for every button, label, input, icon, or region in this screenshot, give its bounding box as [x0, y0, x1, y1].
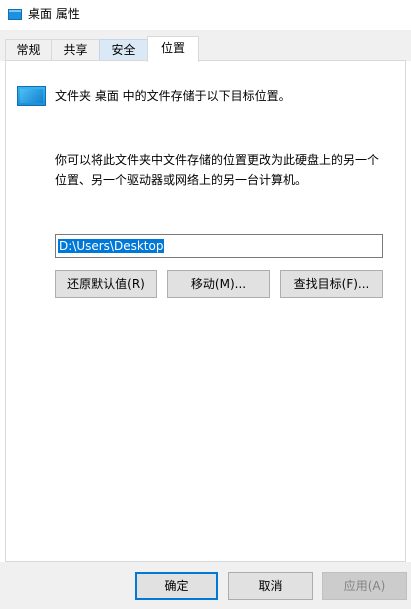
apply-button[interactable]: 应用(A) — [322, 572, 407, 600]
window-title: 桌面 属性 — [28, 7, 80, 21]
path-selected-text: D:\Users\Desktop — [58, 239, 165, 253]
tab-strip: 常规 共享 安全 位置 — [0, 30, 411, 62]
tab-panel-location — [5, 60, 406, 562]
tab-location[interactable]: 位置 — [147, 36, 199, 62]
ok-button[interactable]: 确定 — [135, 572, 218, 600]
find-target-button[interactable]: 查找目标(F)... — [280, 270, 383, 298]
location-path-input[interactable]: D:\Users\Desktop — [55, 234, 383, 258]
move-button[interactable]: 移动(M)... — [167, 270, 270, 298]
description-line-1: 你可以将此文件夹中文件存储的位置更改为此硬盘上的另一个 — [55, 153, 380, 167]
tab-security[interactable]: 安全 — [99, 39, 148, 61]
tab-general[interactable]: 常规 — [5, 39, 52, 61]
description-line-2: 位置、另一个驱动器或网络上的另一台计算机。 — [55, 173, 308, 187]
folder-icon — [8, 9, 22, 20]
tab-sharing[interactable]: 共享 — [51, 39, 100, 61]
cancel-button[interactable]: 取消 — [228, 572, 313, 600]
location-header-text: 文件夹 桌面 中的文件存储于以下目标位置。 — [55, 89, 291, 103]
title-bar: 桌面 属性 — [0, 0, 411, 30]
restore-default-button[interactable]: 还原默认值(R) — [55, 270, 157, 298]
folder-icon — [17, 86, 46, 106]
